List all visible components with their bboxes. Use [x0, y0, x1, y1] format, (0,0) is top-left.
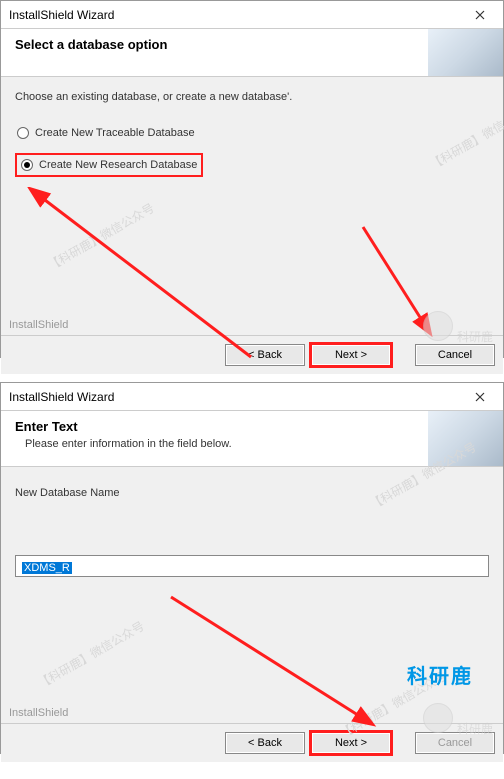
radio-label: Create New Research Database	[39, 159, 197, 171]
back-button[interactable]: < Back	[225, 344, 305, 366]
dialog-enter-text: InstallShield Wizard Enter Text Please e…	[0, 382, 504, 754]
input-value: XDMS_R	[22, 562, 72, 574]
close-button[interactable]	[459, 384, 501, 410]
window-title: InstallShield Wizard	[9, 390, 114, 404]
radio-traceable[interactable]: Create New Traceable Database	[17, 125, 489, 141]
next-button[interactable]: Next >	[311, 344, 391, 366]
page-title: Select a database option	[15, 37, 489, 52]
page-subtitle: Please enter information in the field be…	[25, 438, 489, 450]
watermark-logo: 科研鹿	[407, 660, 473, 689]
page-title: Enter Text	[15, 419, 489, 434]
radio-label: Create New Traceable Database	[35, 127, 195, 139]
instruction-text: Choose an existing database, or create a…	[15, 91, 489, 103]
radio-icon	[21, 159, 33, 171]
dialog-body: Choose an existing database, or create a…	[1, 77, 503, 335]
brand-label: InstallShield	[9, 707, 68, 719]
watermark-text: 【科研鹿】微信公众号	[45, 199, 157, 274]
database-name-input[interactable]: XDMS_R	[15, 555, 489, 577]
radio-research[interactable]: Create New Research Database	[21, 157, 197, 173]
close-icon	[475, 392, 485, 402]
dialog-select-database: InstallShield Wizard Select a database o…	[0, 0, 504, 358]
header-banner-image	[428, 411, 503, 466]
input-label: New Database Name	[15, 481, 489, 505]
watermark-badge: 科研鹿	[423, 311, 493, 345]
radio-icon	[17, 127, 29, 139]
dialog-header: Select a database option	[1, 29, 503, 77]
titlebar: InstallShield Wizard	[1, 383, 503, 411]
titlebar: InstallShield Wizard	[1, 1, 503, 29]
next-button[interactable]: Next >	[311, 732, 391, 754]
cancel-button[interactable]: Cancel	[415, 344, 495, 366]
highlight-research-option: Create New Research Database	[15, 153, 203, 177]
header-banner-image	[428, 29, 503, 76]
watermark-badge: 科研鹿	[423, 703, 493, 737]
dialog-header: Enter Text Please enter information in t…	[1, 411, 503, 467]
dialog-body: New Database Name XDMS_R InstallShield 【…	[1, 467, 503, 723]
back-button[interactable]: < Back	[225, 732, 305, 754]
window-title: InstallShield Wizard	[9, 8, 114, 22]
close-icon	[475, 10, 485, 20]
brand-label: InstallShield	[9, 319, 68, 331]
close-button[interactable]	[459, 2, 501, 28]
watermark-text: 【科研鹿】微信公众号	[35, 617, 147, 692]
annotation-arrow	[151, 587, 411, 737]
